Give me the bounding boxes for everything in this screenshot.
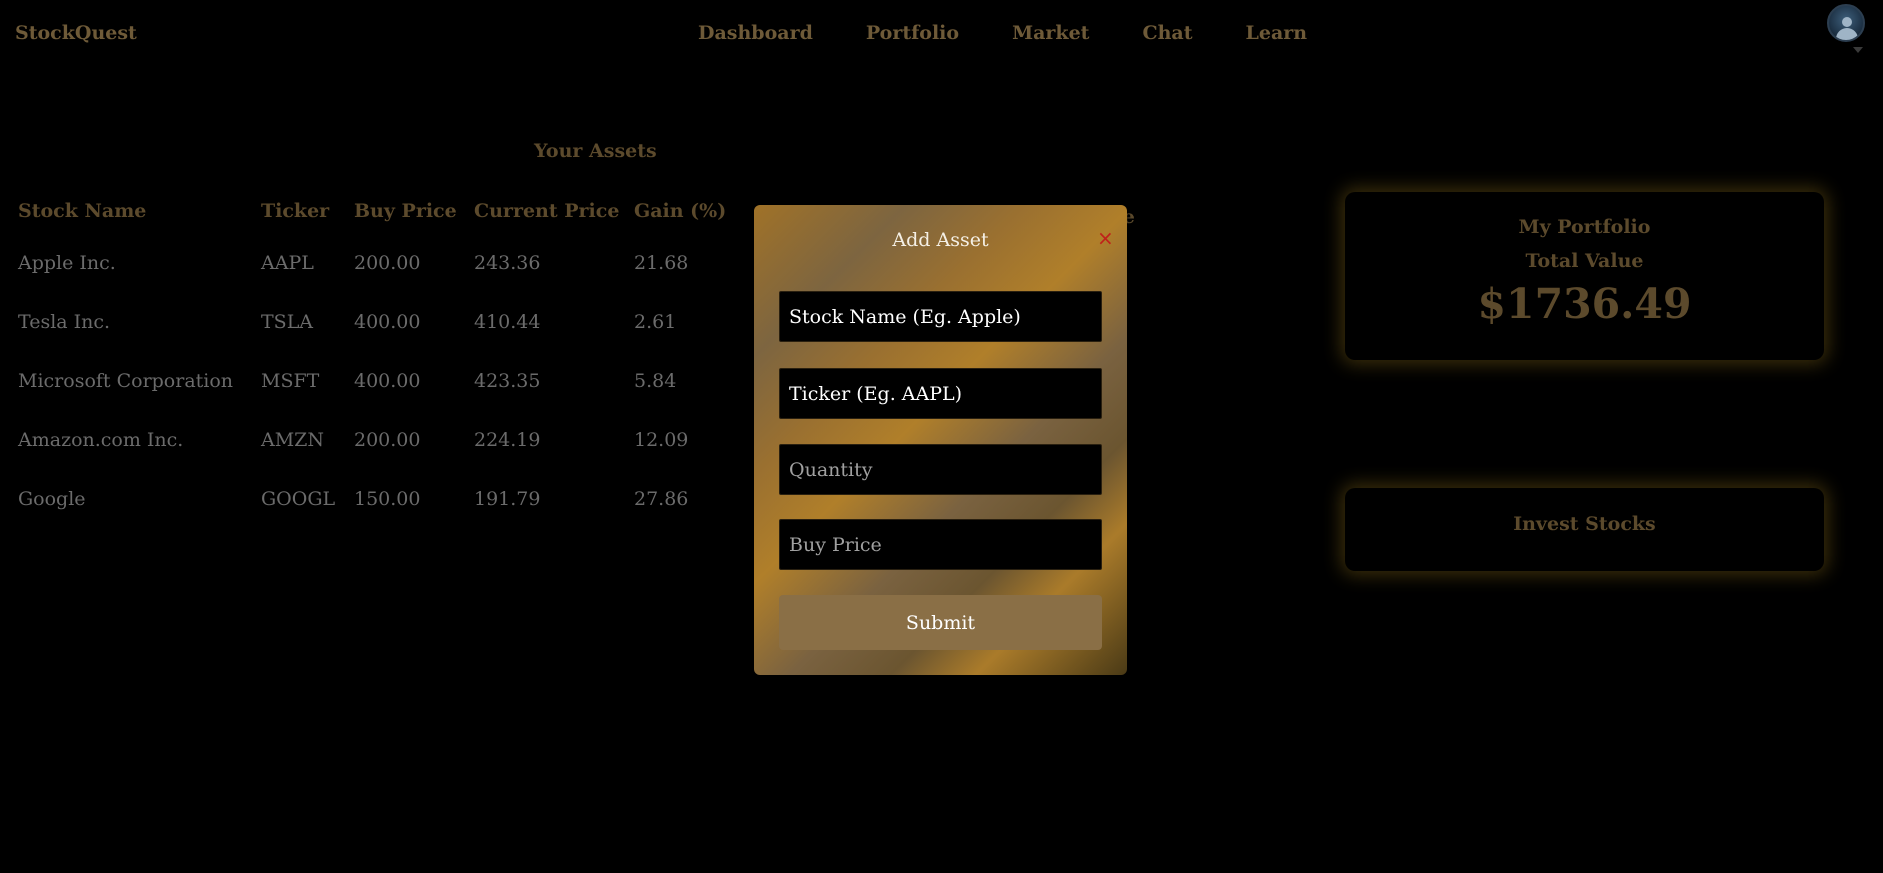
cell-current-price: 224.19: [474, 428, 541, 451]
cell-gain: 12.09: [634, 428, 689, 451]
nav-item-chat[interactable]: Chat: [1142, 22, 1192, 44]
cell-current-price: 243.36: [474, 251, 541, 274]
column-header-current-price: Current Price: [474, 200, 620, 222]
caret-down-icon[interactable]: [1853, 47, 1863, 53]
nav-item-learn[interactable]: Learn: [1246, 22, 1308, 44]
cell-ticker: AAPL: [261, 251, 314, 274]
cell-stock-name: Amazon.com Inc.: [18, 428, 184, 451]
ticker-input[interactable]: [779, 368, 1102, 419]
submit-button[interactable]: Submit: [779, 595, 1102, 650]
invest-stocks-label: Invest Stocks: [1513, 513, 1656, 535]
portfolio-title: My Portfolio: [1518, 216, 1651, 238]
cell-gain: 27.86: [634, 487, 689, 510]
cell-current-price: 423.35: [474, 369, 541, 392]
assets-title: Your Assets: [534, 140, 657, 162]
cell-ticker: AMZN: [261, 428, 325, 451]
main-nav: Dashboard Portfolio Market Chat Learn: [698, 22, 1360, 44]
cell-gain: 2.61: [634, 310, 677, 333]
modal-title: Add Asset: [892, 229, 989, 251]
stock-name-input[interactable]: [779, 291, 1102, 342]
quantity-input[interactable]: [779, 444, 1102, 495]
assets-table: Stock Name Ticker Buy Price Current Pric…: [18, 200, 764, 528]
nav-item-portfolio[interactable]: Portfolio: [866, 22, 959, 44]
column-header-gain: Gain (%): [634, 200, 727, 222]
cell-gain: 21.68: [634, 251, 689, 274]
cell-current-price: 191.79: [474, 487, 541, 510]
cell-ticker: TSLA: [261, 310, 314, 333]
portfolio-summary-card: My Portfolio Total Value $1736.49: [1345, 192, 1824, 360]
table-row: Microsoft Corporation MSFT 400.00 423.35…: [18, 351, 764, 410]
total-value-amount: $1736.49: [1477, 280, 1692, 328]
cell-buy-price: 200.00: [354, 251, 421, 274]
brand-logo[interactable]: StockQuest: [15, 22, 137, 44]
cell-stock-name: Google: [18, 487, 86, 510]
avatar-head: [1842, 17, 1852, 27]
cell-buy-price: 150.00: [354, 487, 421, 510]
cell-buy-price: 200.00: [354, 428, 421, 451]
column-header-buy-price: Buy Price: [354, 200, 457, 222]
table-row: Tesla Inc. TSLA 400.00 410.44 2.61: [18, 292, 764, 351]
close-icon[interactable]: ×: [1097, 228, 1114, 248]
cell-current-price: 410.44: [474, 310, 541, 333]
cell-ticker: GOOGL: [261, 487, 336, 510]
cell-buy-price: 400.00: [354, 310, 421, 333]
table-header-row: Stock Name Ticker Buy Price Current Pric…: [18, 200, 764, 233]
cell-stock-name: Microsoft Corporation: [18, 369, 234, 392]
avatar-body: [1836, 28, 1858, 40]
cell-ticker: MSFT: [261, 369, 320, 392]
cell-stock-name: Apple Inc.: [18, 251, 116, 274]
column-header-ticker: Ticker: [261, 200, 330, 222]
table-row: Google GOOGL 150.00 191.79 27.86: [18, 469, 764, 528]
column-header-stock-name: Stock Name: [18, 200, 147, 222]
user-avatar-icon[interactable]: [1827, 4, 1865, 42]
nav-item-market[interactable]: Market: [1012, 22, 1089, 44]
invest-stocks-button[interactable]: Invest Stocks: [1345, 488, 1824, 571]
table-row: Apple Inc. AAPL 200.00 243.36 21.68: [18, 233, 764, 292]
table-row: Amazon.com Inc. AMZN 200.00 224.19 12.09: [18, 410, 764, 469]
nav-item-dashboard[interactable]: Dashboard: [698, 22, 813, 44]
cell-gain: 5.84: [634, 369, 677, 392]
buy-price-input[interactable]: [779, 519, 1102, 570]
total-value-label: Total Value: [1525, 250, 1644, 272]
cell-stock-name: Tesla Inc.: [18, 310, 111, 333]
cell-buy-price: 400.00: [354, 369, 421, 392]
add-asset-modal: Add Asset × Submit: [754, 205, 1127, 675]
